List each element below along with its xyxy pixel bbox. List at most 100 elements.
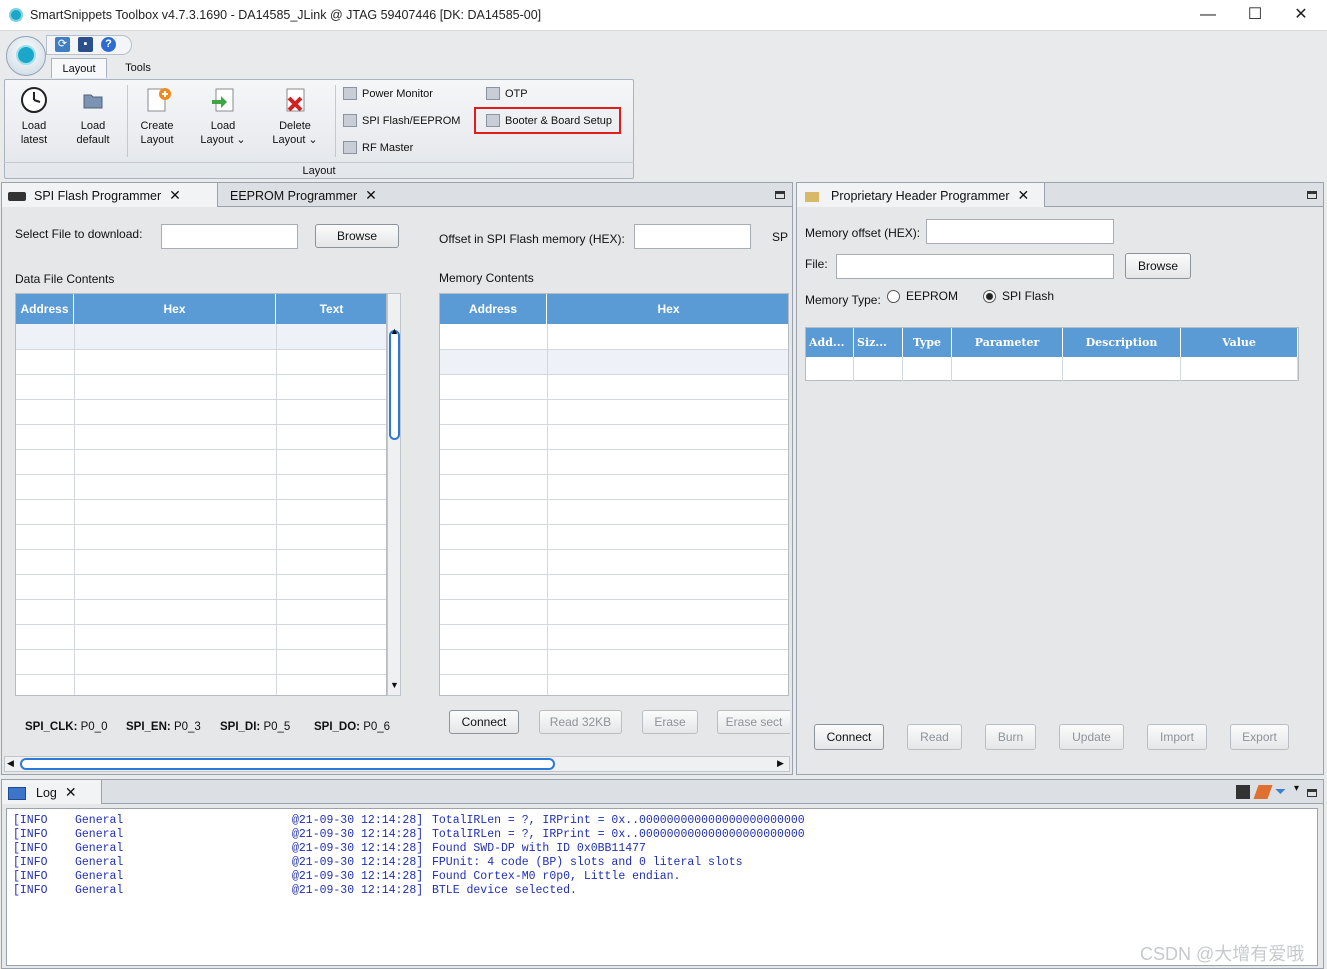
load-latest-label-1: Load [21,120,47,132]
close-button[interactable]: ✕ [1278,3,1324,27]
ribbon-separator [335,85,336,157]
close-icon[interactable]: ✕ [365,187,377,203]
log-menu-icon[interactable]: ▾ [1294,783,1299,794]
power-monitor-icon [343,86,357,100]
header-column-5[interactable]: Value [1181,328,1298,357]
log-cell: [INFO [13,814,48,827]
radio-spi-flash[interactable]: SPI Flash [983,289,1054,304]
rf-master-label: RF Master [362,142,414,154]
table-row-divider [16,499,386,500]
highlight-box [474,107,621,134]
browse-button[interactable]: Browse [315,224,399,248]
header-table[interactable]: Add... Siz... Type Parameter Description Valu… [805,327,1299,381]
folder-icon [78,85,108,115]
header-read-button[interactable]: Read [907,724,962,750]
data-file-table[interactable]: Address Hex Text [15,293,387,696]
pin-config: SPI_EN: P0_3 [126,721,201,733]
header-browse-button[interactable]: Browse [1125,253,1191,279]
memory-row-divider [440,424,788,425]
tab-spi-flash-programmer[interactable]: SPI Flash Programmer ✕ [2,183,218,207]
column-header-text[interactable]: Text [276,294,386,324]
import-button[interactable]: Import [1147,724,1207,750]
header-icon [805,191,819,202]
minimize-panel-icon[interactable] [1307,191,1317,199]
erase-button[interactable]: Erase [642,710,698,734]
memory-column-address[interactable]: Address [440,294,547,324]
horizontal-scrollbar[interactable]: ◀ ▶ [4,756,790,772]
log-cell: General [75,884,124,897]
close-icon[interactable]: ✕ [169,187,181,203]
update-button[interactable]: Update [1059,724,1124,750]
h-scrollbar-thumb[interactable] [20,758,555,770]
export-button[interactable]: Export [1230,724,1289,750]
radio-eeprom[interactable]: EEPROM [887,289,958,304]
burn-button[interactable]: Burn [985,724,1036,750]
load-default-button[interactable]: Load default [70,85,116,147]
erase-sector-button[interactable]: Erase sect [717,710,790,734]
load-layout-button[interactable]: Load Layout ⌄ [196,85,250,147]
tab-proprietary-header-programmer[interactable]: Proprietary Header Programmer ✕ [797,183,1045,207]
power-monitor-button[interactable]: Power Monitor [343,85,433,103]
column-header-address[interactable]: Address [16,294,74,324]
pin-en-name: SPI_EN: [126,721,171,733]
minimize-button[interactable]: — [1185,3,1231,27]
memory-table[interactable]: Address Hex [439,293,789,696]
scrollbar-thumb[interactable] [389,330,400,440]
ribbon-tab-tools[interactable]: Tools [112,58,164,78]
column-header-hex[interactable]: Hex [74,294,276,324]
header-column-0[interactable]: Add... [806,328,854,357]
spi-connect-button[interactable]: Connect [449,710,519,734]
load-latest-button[interactable]: Load latest [12,85,56,147]
minimize-panel-icon[interactable] [1307,789,1317,797]
ribbon-tab-layout[interactable]: Layout [51,58,107,78]
scroll-left-icon[interactable]: ◀ [7,758,14,769]
refresh-icon[interactable]: ⟳ [55,37,70,52]
table-row-selected[interactable] [16,324,386,349]
log-cell: @21-09-30 12:14:28] [292,814,424,827]
data-file-contents-label: Data File Contents [15,272,115,286]
scroll-up-icon[interactable]: ▲ [390,326,399,336]
close-icon[interactable]: ✕ [65,784,77,800]
log-cell: [INFO [13,828,48,841]
minimize-panel-icon[interactable] [775,191,785,199]
memory-type-label: Memory Type: [805,293,881,307]
header-column-4[interactable]: Description [1063,328,1181,357]
save-log-icon[interactable] [1236,785,1250,799]
read-32kb-button[interactable]: Read 32KB [539,710,622,734]
create-layout-button[interactable]: Create Layout [134,85,180,147]
tab-log-label: Log [36,786,57,800]
log-cell: Found Cortex-M0 r0p0, Little endian. [432,870,681,883]
scroll-down-icon[interactable]: ▼ [390,680,399,690]
rf-master-button[interactable]: RF Master [343,139,413,157]
filter-icon[interactable]: ⏷ [1275,783,1286,800]
header-column-1[interactable]: Siz... [854,328,903,357]
close-icon[interactable]: ✕ [1018,187,1030,203]
otp-icon [486,86,500,100]
pin-clk-value: P0_0 [80,721,108,733]
memory-row-selected[interactable] [440,349,788,374]
offset-label: Offset in SPI Flash memory (HEX): [439,232,625,246]
table-row-divider [16,549,386,550]
log-cell: Found SWD-DP with ID 0x0BB11477 [432,842,646,855]
delete-layout-button[interactable]: Delete Layout ⌄ [268,85,322,147]
help-icon[interactable]: ? [101,37,116,52]
tab-log[interactable]: Log ✕ [2,780,102,804]
memory-offset-input[interactable] [926,219,1114,244]
spi-flash-eeprom-button[interactable]: SPI Flash/EEPROM [343,112,460,130]
log-output[interactable]: [INFO General @21-09-30 12:14:28] TotalIRLe… [6,808,1318,966]
save-icon[interactable]: ▪ [78,37,93,52]
select-file-label: Select File to download: [15,227,143,241]
header-connect-button[interactable]: Connect [814,724,884,750]
tab-eeprom-programmer[interactable]: EEPROM Programmer ✕ [230,183,380,207]
header-column-2[interactable]: Type [903,328,952,357]
select-file-input[interactable] [161,224,298,249]
maximize-button[interactable]: ☐ [1232,3,1278,27]
header-column-3[interactable]: Parameter [952,328,1063,357]
file-input[interactable] [836,254,1114,279]
otp-button[interactable]: OTP [486,85,528,103]
vertical-scrollbar[interactable]: ▲ ▼ [387,293,401,696]
memory-column-hex[interactable]: Hex [547,294,788,324]
scroll-right-icon[interactable]: ▶ [777,758,784,769]
load-latest-label-2: latest [20,134,48,146]
offset-input[interactable] [634,224,751,249]
